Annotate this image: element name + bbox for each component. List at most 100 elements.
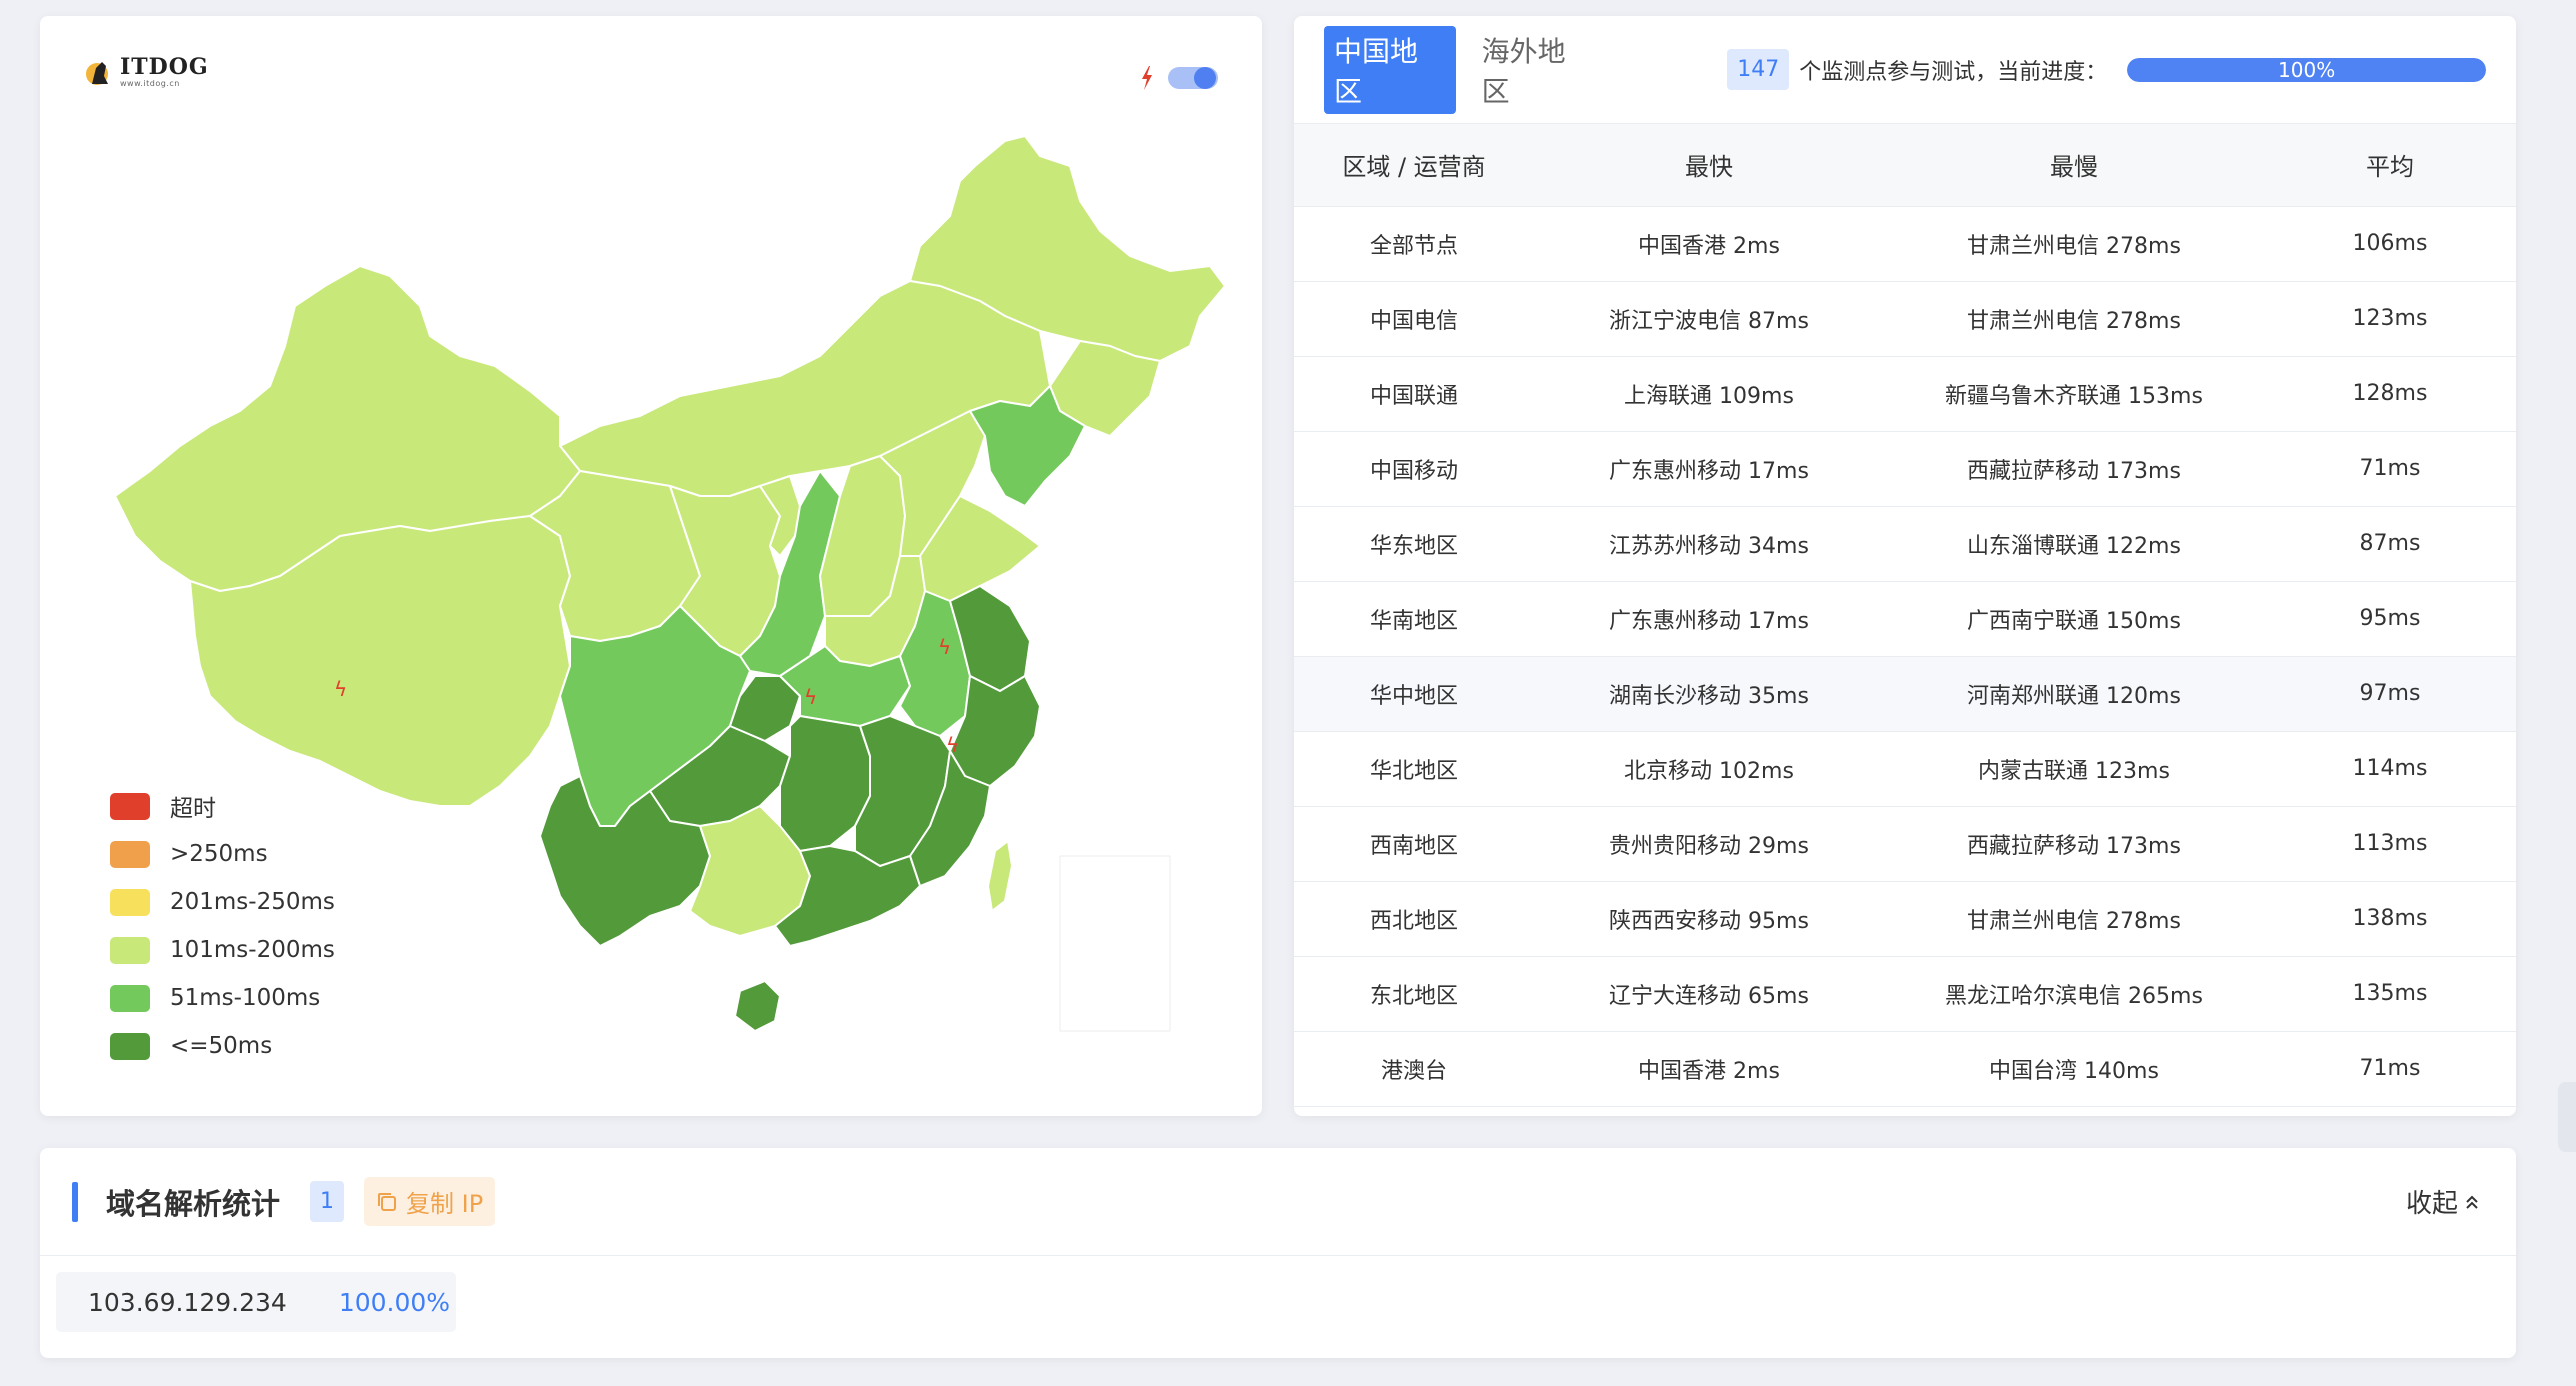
tab-china[interactable]: 中国地区 xyxy=(1324,25,1456,114)
cell-fastest: 广东惠州移动 17ms xyxy=(1534,431,1884,507)
legend-label: 201ms-250ms xyxy=(170,889,335,915)
header-fastest[interactable]: 最快 xyxy=(1534,124,1884,207)
cell-slowest: 山东淄博联通 122ms xyxy=(1884,506,2264,582)
cell-average: 128ms xyxy=(2264,356,2516,432)
cell-slowest: 黑龙江哈尔滨电信 265ms xyxy=(1884,956,2264,1032)
legend-label: >250ms xyxy=(170,841,268,867)
table-row[interactable]: 中国联通 上海联通 109ms 新疆乌鲁木齐联通 153ms 128ms xyxy=(1294,356,2516,432)
dns-accent-bar xyxy=(72,1181,78,1222)
table-row[interactable]: 华南地区 广东惠州移动 17ms 广西南宁联通 150ms 95ms xyxy=(1294,581,2516,657)
dns-card: 域名解析统计 1 复制 IP 收起 103.69.129.234 100.00% xyxy=(40,1148,2516,1358)
header-average[interactable]: 平均 xyxy=(2264,124,2516,207)
cell-region: 中国电信 xyxy=(1294,281,1534,357)
table-row[interactable]: 华东地区 江苏苏州移动 34ms 山东淄博联通 122ms 87ms xyxy=(1294,506,2516,582)
legend-label: 101ms-200ms xyxy=(170,937,335,963)
cell-slowest: 广西南宁联通 150ms xyxy=(1884,581,2264,657)
side-scroll-handle[interactable] xyxy=(2558,1082,2576,1152)
ip-result-item[interactable]: 103.69.129.234 100.00% xyxy=(56,1272,456,1332)
legend-label: 超时 xyxy=(170,796,216,822)
legend-item[interactable]: 201ms-250ms xyxy=(110,878,335,926)
legend-swatch xyxy=(110,1032,150,1060)
legend-item[interactable]: 51ms-100ms xyxy=(110,974,335,1022)
cell-region: 港澳台 xyxy=(1294,1031,1534,1107)
cell-average: 138ms xyxy=(2264,881,2516,957)
cell-slowest: 中国台湾 140ms xyxy=(1884,1031,2264,1107)
bolt-icon xyxy=(1142,66,1152,90)
legend-swatch xyxy=(110,840,150,868)
cell-average: 95ms xyxy=(2264,581,2516,657)
legend-item[interactable]: >250ms xyxy=(110,830,335,878)
cell-average: 87ms xyxy=(2264,506,2516,582)
legend-swatch xyxy=(110,936,150,964)
region-hainan[interactable] xyxy=(734,980,781,1032)
bolt-marker-jiangsu: ϟ xyxy=(938,635,951,659)
tab-overseas[interactable]: 海外地区 xyxy=(1472,26,1604,114)
legend-item[interactable]: 101ms-200ms xyxy=(110,926,335,974)
itdog-logo: ITDOG www.itdog.cn xyxy=(84,56,209,88)
table-header-row: 区域 / 运营商 最快 最慢 平均 xyxy=(1294,124,2516,207)
cell-region: 西北地区 xyxy=(1294,881,1534,957)
table-row[interactable]: 东北地区 辽宁大连移动 65ms 黑龙江哈尔滨电信 265ms 135ms xyxy=(1294,956,2516,1032)
cell-region: 西南地区 xyxy=(1294,806,1534,882)
cell-fastest: 浙江宁波电信 87ms xyxy=(1534,281,1884,357)
cell-average: 135ms xyxy=(2264,956,2516,1032)
cell-average: 97ms xyxy=(2264,656,2516,732)
cell-slowest: 河南郑州联通 120ms xyxy=(1884,656,2264,732)
cell-average: 114ms xyxy=(2264,731,2516,807)
logo-sub: www.itdog.cn xyxy=(120,79,180,88)
dns-title: 域名解析统计 xyxy=(106,1186,281,1221)
legend-item[interactable]: 超时 xyxy=(110,782,335,830)
table-row[interactable]: 西南地区 贵州贵阳移动 29ms 西藏拉萨移动 173ms 113ms xyxy=(1294,806,2516,882)
copy-ip-label: 复制 IP xyxy=(406,1190,484,1218)
collapse-label: 收起 xyxy=(2405,1189,2458,1219)
copy-icon xyxy=(378,1192,397,1211)
table-row[interactable]: 全部节点 中国香港 2ms 甘肃兰州电信 278ms 106ms xyxy=(1294,206,2516,282)
cell-fastest: 中国香港 2ms xyxy=(1534,1031,1884,1107)
cell-fastest: 北京移动 102ms xyxy=(1534,731,1884,807)
table-row[interactable]: 港澳台 中国香港 2ms 中国台湾 140ms 71ms xyxy=(1294,1031,2516,1107)
table-row[interactable]: 华中地区 湖南长沙移动 35ms 河南郑州联通 120ms 97ms xyxy=(1294,656,2516,732)
copy-ip-button[interactable]: 复制 IP xyxy=(364,1177,496,1226)
cell-slowest: 西藏拉萨移动 173ms xyxy=(1884,806,2264,882)
table-row[interactable]: 华北地区 北京移动 102ms 内蒙古联通 123ms 114ms xyxy=(1294,731,2516,807)
legend-item[interactable]: <=50ms xyxy=(110,1022,335,1070)
cell-slowest: 甘肃兰州电信 278ms xyxy=(1884,281,2264,357)
cell-region: 华东地区 xyxy=(1294,506,1534,582)
stats-card: 中国地区 海外地区 147 个监测点参与测试，当前进度： 100% 区域 / 运… xyxy=(1294,16,2516,1116)
table-row[interactable]: 中国移动 广东惠州移动 17ms 西藏拉萨移动 173ms 71ms xyxy=(1294,431,2516,507)
cell-average: 123ms xyxy=(2264,281,2516,357)
bolt-marker-tibet: ϟ xyxy=(334,677,347,701)
cell-average: 113ms xyxy=(2264,806,2516,882)
cell-average: 71ms xyxy=(2264,431,2516,507)
cell-average: 71ms xyxy=(2264,1031,2516,1107)
legend-swatch xyxy=(110,984,150,1012)
ip-percentage: 100.00% xyxy=(338,1287,451,1317)
cell-region: 华南地区 xyxy=(1294,581,1534,657)
legend-swatch xyxy=(110,888,150,916)
ip-address: 103.69.129.234 xyxy=(88,1287,287,1317)
dog-logo-icon xyxy=(86,62,108,85)
cell-region: 东北地区 xyxy=(1294,956,1534,1032)
cell-fastest: 中国香港 2ms xyxy=(1534,206,1884,282)
table-row[interactable]: 中国电信 浙江宁波电信 87ms 甘肃兰州电信 278ms 123ms xyxy=(1294,281,2516,357)
cell-fastest: 江苏苏州移动 34ms xyxy=(1534,506,1884,582)
cell-region: 华北地区 xyxy=(1294,731,1534,807)
region-taiwan[interactable] xyxy=(987,840,1013,912)
bolt-toggle-switch[interactable] xyxy=(1168,67,1218,89)
legend-swatch xyxy=(110,792,150,820)
cell-average: 106ms xyxy=(2264,206,2516,282)
cell-slowest: 新疆乌鲁木齐联通 153ms xyxy=(1884,356,2264,432)
table-row[interactable]: 西北地区 陕西西安移动 95ms 甘肃兰州电信 278ms 138ms xyxy=(1294,881,2516,957)
legend-label: 51ms-100ms xyxy=(170,985,321,1011)
collapse-button[interactable]: 收起 xyxy=(2406,1183,2480,1220)
header-region[interactable]: 区域 / 运营商 xyxy=(1294,124,1534,207)
table-body: 全部节点 中国香港 2ms 甘肃兰州电信 278ms 106ms 中国电信 浙江宁波电信 … xyxy=(1294,206,2516,1107)
cell-fastest: 贵州贵阳移动 29ms xyxy=(1534,806,1884,882)
cell-slowest: 甘肃兰州电信 278ms xyxy=(1884,881,2264,957)
cell-slowest: 内蒙古联通 123ms xyxy=(1884,731,2264,807)
progress-text: 100% xyxy=(2278,57,2336,82)
header-slowest[interactable]: 最慢 xyxy=(1884,124,2264,207)
legend-label: <=50ms xyxy=(170,1033,273,1059)
dns-header: 域名解析统计 1 复制 IP 收起 xyxy=(40,1148,2516,1256)
latency-table: 区域 / 运营商 最快 最慢 平均 全部节点 中国香港 2ms 甘肃兰州电信 278… xyxy=(1294,124,2516,1107)
